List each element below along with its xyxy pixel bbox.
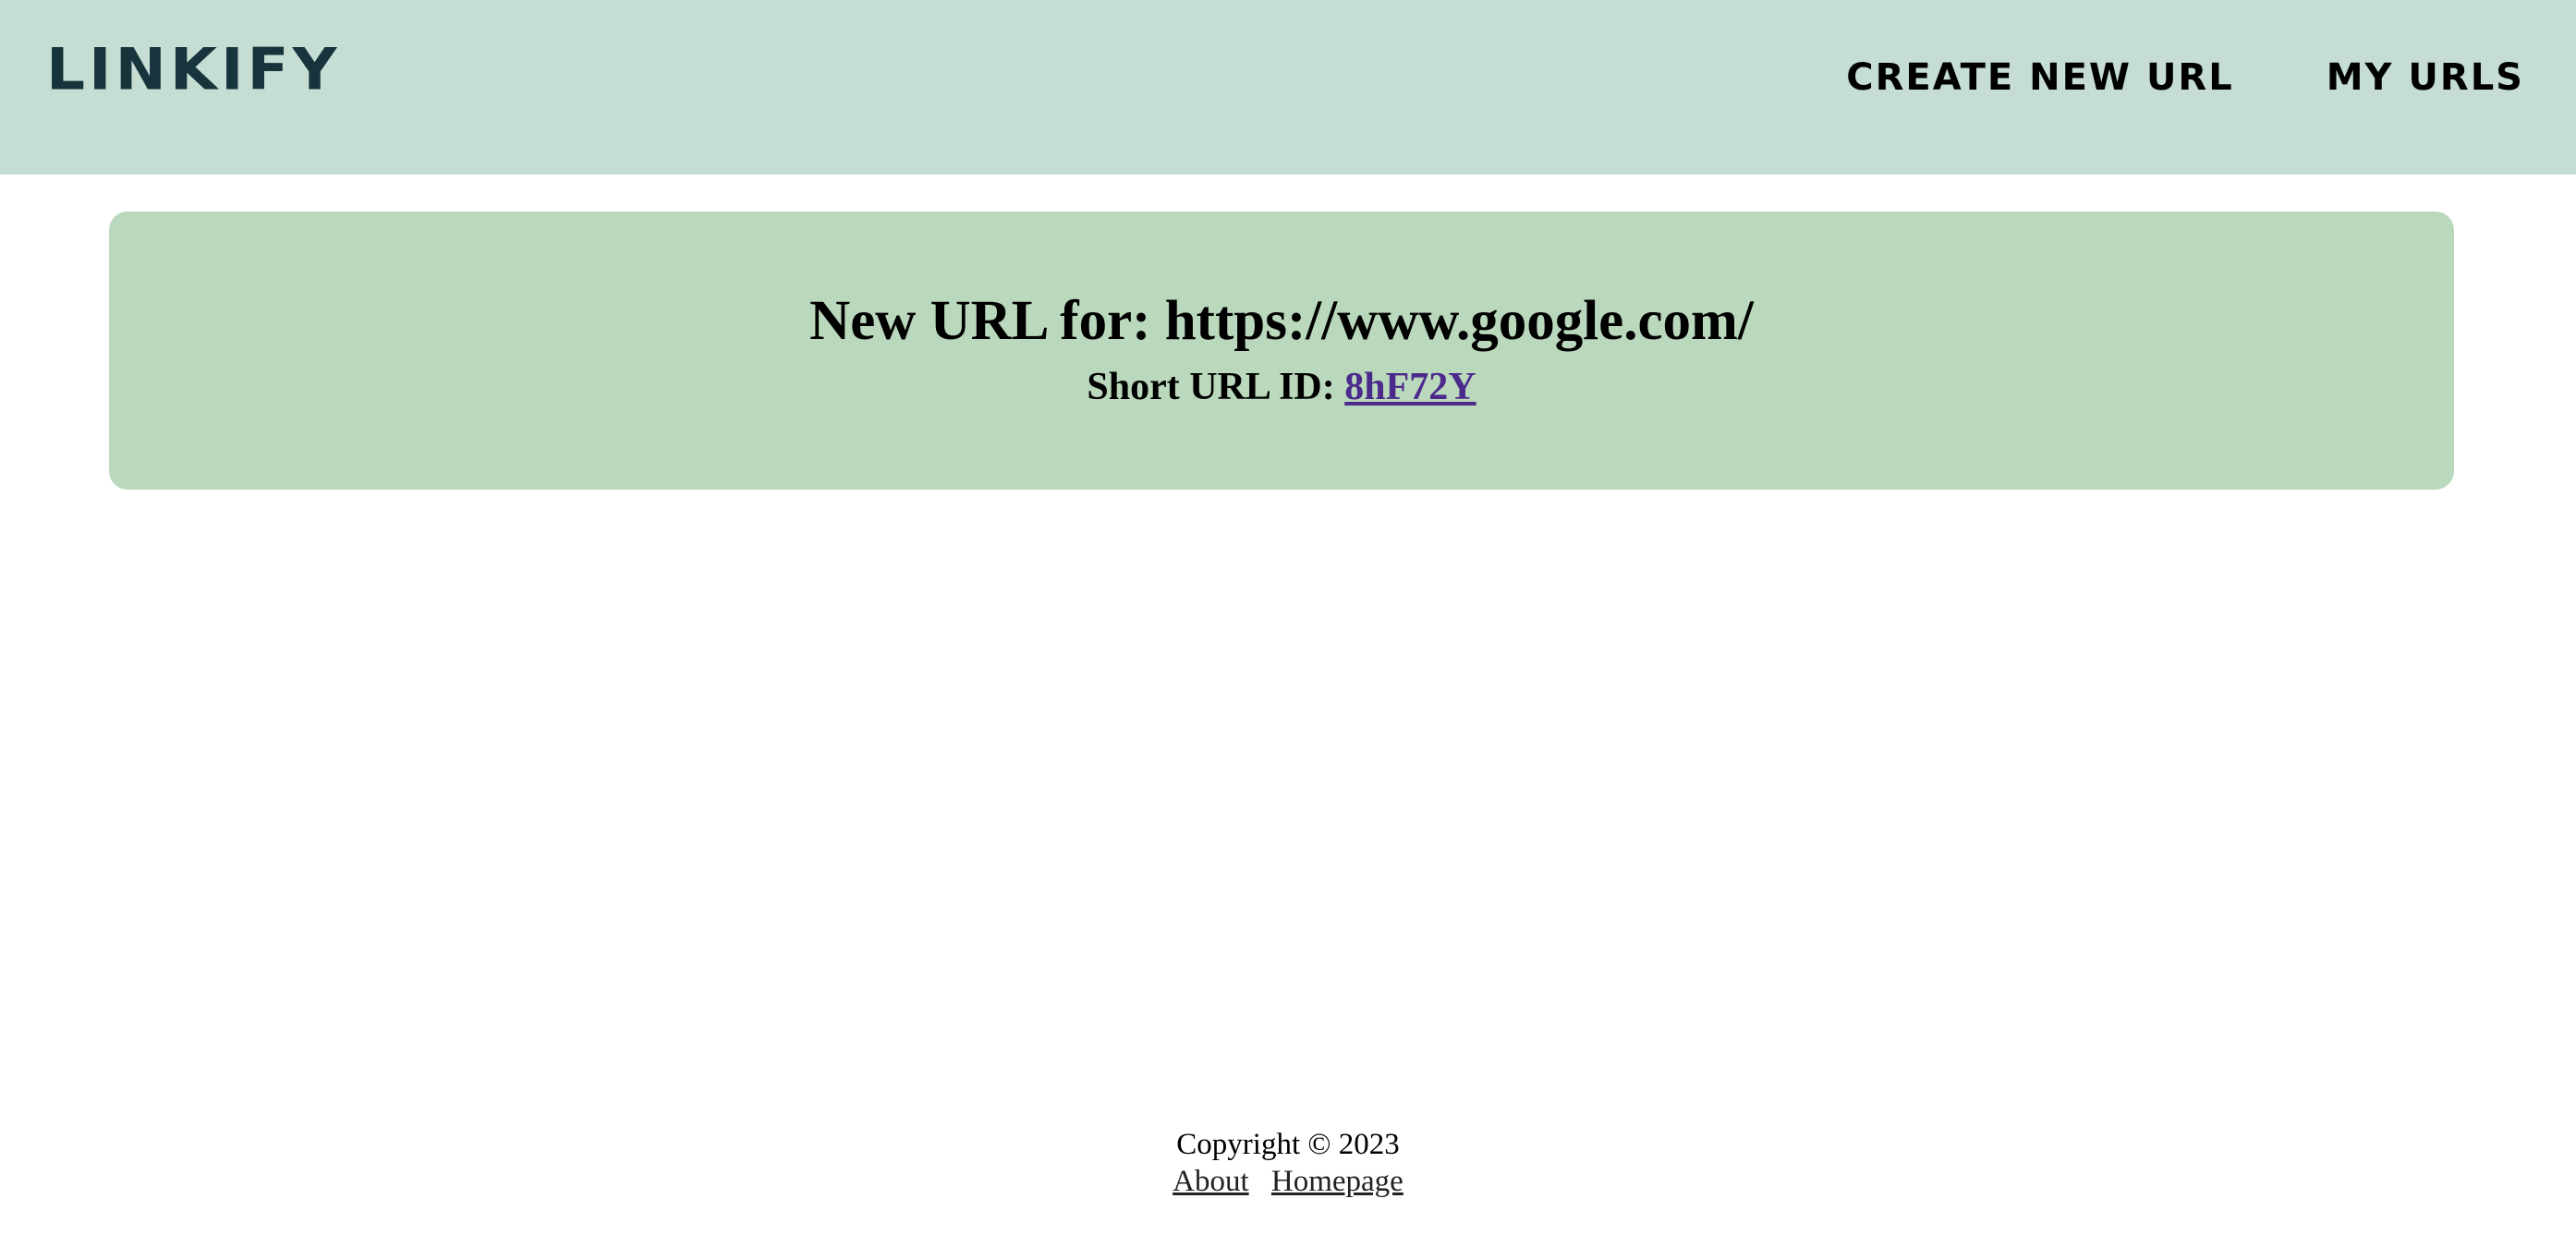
short-id-line: Short URL ID: 8hF72Y	[109, 364, 2454, 410]
footer-link-homepage[interactable]: Homepage	[1271, 1165, 1403, 1198]
main-nav: CREATE NEW URL MY URLS	[1846, 59, 2524, 96]
site-footer: Copyright © 2023 About Homepage	[0, 1127, 2576, 1200]
copyright-text: Copyright © 2023	[1176, 1128, 1400, 1161]
site-logo[interactable]: LINKIFY	[46, 41, 340, 99]
short-url-result-card: New URL for: https://www.google.com/ Sho…	[109, 212, 2454, 490]
short-id-label: Short URL ID:	[1087, 366, 1335, 408]
footer-link-about[interactable]: About	[1173, 1165, 1249, 1198]
short-id-link[interactable]: 8hF72Y	[1344, 366, 1476, 408]
nav-my-urls[interactable]: MY URLS	[2327, 59, 2524, 96]
result-title: New URL for: https://www.google.com/	[809, 290, 1754, 352]
site-header: LINKIFY CREATE NEW URL MY URLS	[0, 0, 2576, 175]
nav-create-new-url[interactable]: CREATE NEW URL	[1846, 59, 2233, 96]
footer-links: About Homepage	[0, 1164, 2576, 1201]
